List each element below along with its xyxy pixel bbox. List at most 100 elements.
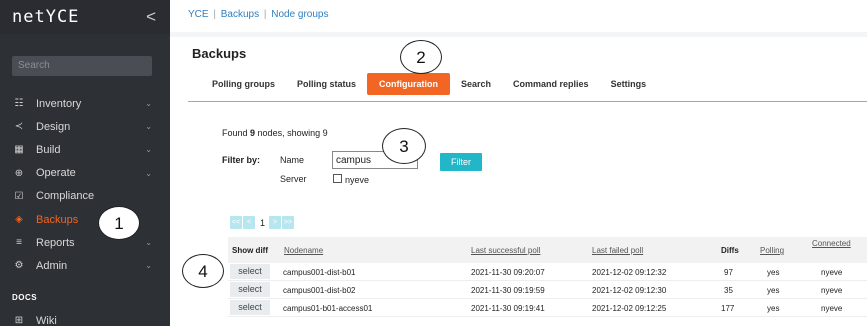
sidebar-search-input[interactable]: Search [12,56,152,76]
globe-icon: ⊕ [14,167,24,179]
annotation-callout-4: 4 [182,254,224,288]
current-page: 1 [260,217,266,228]
prev-page-button[interactable]: < [243,216,255,229]
first-page-button[interactable]: << [230,216,242,229]
tab-configuration[interactable]: Configuration [367,73,451,95]
breadcrumb-separator: | [210,9,219,20]
tab-divider [188,101,867,102]
sidebar-nav: ☷ Inventory ⌄ ≺ Design ⌄ ▦ Build ⌄ ⊕ Ope… [0,92,170,278]
table-header: Show diff Nodename Last successful poll … [228,237,867,263]
sidebar-item-inventory[interactable]: ☷ Inventory ⌄ [0,92,170,115]
layers-icon: ◈ [15,214,23,226]
chevron-down-icon: ⌄ [145,145,152,155]
sidebar-item-operate[interactable]: ⊕ Operate ⌄ [0,162,170,185]
select-button[interactable]: select [230,282,270,297]
results-summary: Found 9 nodes, showing 9 [222,128,328,138]
cell-diffs: 97 [724,268,733,277]
server-option-label: nyeve [345,175,370,185]
sidebar-item-label: Design [36,120,71,133]
pagination: << < 1 > >> [230,216,295,229]
breadcrumb-item-backups[interactable]: Backups [221,9,259,20]
table-row: select campus001-dist-b01 2021-11-30 09:… [228,263,867,281]
next-page-button[interactable]: > [269,216,282,229]
tab-command-replies[interactable]: Command replies [502,73,600,95]
tab-search[interactable]: Search [450,73,502,95]
chevron-down-icon: ⌄ [145,122,152,132]
tab-polling-status[interactable]: Polling status [286,73,367,95]
filter-button[interactable]: Filter [440,153,482,171]
book-icon: ⊞ [14,315,24,326]
sidebar-item-design[interactable]: ≺ Design ⌄ [0,115,170,138]
cell-diffs: 35 [724,286,733,295]
last-page-button[interactable]: >> [282,216,295,229]
tab-bar: Polling groups Polling status Configurat… [200,73,657,95]
results-summary-prefix: Found [222,128,251,138]
sidebar-item-admin[interactable]: ⚙ Admin ⌄ [0,254,170,277]
cell-nodename: campus01-b01-access01 [283,304,373,313]
main-content: YCE | Backups | Node groups Backups Poll… [170,0,867,326]
server-filter-label: Server [280,174,307,184]
share-icon: ≺ [14,121,24,133]
header-divider [170,32,867,37]
header-last-failed-poll[interactable]: Last failed poll [592,246,643,255]
cell-nodename: campus001-dist-b01 [283,268,356,277]
cell-polling: yes [767,286,780,295]
breadcrumb: YCE | Backups | Node groups [188,9,329,20]
breadcrumb-separator: | [261,9,270,20]
breadcrumb-item-node-groups[interactable]: Node groups [271,9,328,20]
sidebar-item-compliance[interactable]: ☑ Compliance [0,185,170,208]
sidebar-item-label: Inventory [36,97,82,110]
sidebar-item-build[interactable]: ▦ Build ⌄ [0,138,170,161]
sidebar-item-label: Reports [36,236,75,249]
cell-servers: nyeve [821,286,843,295]
docs-section-label: DOCS [12,293,38,302]
header-nodename[interactable]: Nodename [284,246,323,255]
server-nyeve-checkbox[interactable] [333,174,342,183]
sidebar-header: netYCE < [0,0,170,34]
cell-last-failed: 2021-12-02 09:12:25 [592,304,667,313]
cell-last-success: 2021-11-30 09:19:41 [471,304,545,313]
results-summary-suffix: nodes, showing 9 [255,128,328,138]
chevron-down-icon: ⌄ [145,168,152,178]
sidebar-item-reports[interactable]: ≡ Reports ⌄ [0,231,170,254]
sidebar-item-wiki[interactable]: ⊞ Wiki [0,309,170,326]
cell-last-success: 2021-11-30 09:20:07 [471,268,545,277]
select-button[interactable]: select [230,264,270,279]
breadcrumb-item-yce[interactable]: YCE [188,9,209,20]
sidebar-item-label: Operate [36,167,76,180]
name-filter-label: Name [280,155,305,165]
header-diffs: Diffs [721,246,739,255]
table-row: select campus001-dist-b02 2021-11-30 09:… [228,281,867,299]
cell-last-success: 2021-11-30 09:19:59 [471,286,545,295]
tab-polling-groups[interactable]: Polling groups [200,73,286,95]
cell-servers: nyeve [821,268,843,277]
header-last-successful-poll[interactable]: Last successful poll [471,246,540,255]
collapse-sidebar-icon[interactable]: < [146,7,156,27]
database-icon: ☷ [14,98,24,110]
tab-settings[interactable]: Settings [600,73,658,95]
chevron-down-icon: ⌄ [145,261,152,271]
sidebar-item-label: Compliance [36,190,95,203]
cell-polling: yes [767,304,780,313]
logo: netYCE [12,7,80,27]
cell-nodename: campus001-dist-b02 [283,286,356,295]
filter-label: Filter by: [222,155,261,165]
header-show-diff: Show diff [232,246,268,255]
header-polling[interactable]: Polling [760,246,784,255]
annotation-callout-3: 3 [382,128,426,164]
cell-last-failed: 2021-12-02 09:12:32 [592,268,667,277]
chevron-down-icon: ⌄ [145,99,152,109]
chevron-down-icon: ⌄ [145,238,152,248]
cell-servers: nyeve [821,304,843,313]
list-icon: ≡ [16,237,22,249]
sidebar-item-backups[interactable]: ◈ Backups [0,208,170,231]
header-connected[interactable]: Connected [812,239,851,248]
cell-last-failed: 2021-12-02 09:12:30 [592,286,667,295]
page-title: Backups [192,46,247,61]
annotation-callout-1: 1 [98,206,140,240]
grid-icon: ▦ [14,144,24,156]
cell-polling: yes [767,268,780,277]
cell-diffs: 177 [721,304,735,313]
select-button[interactable]: select [230,300,270,315]
check-square-icon: ☑ [14,190,24,202]
